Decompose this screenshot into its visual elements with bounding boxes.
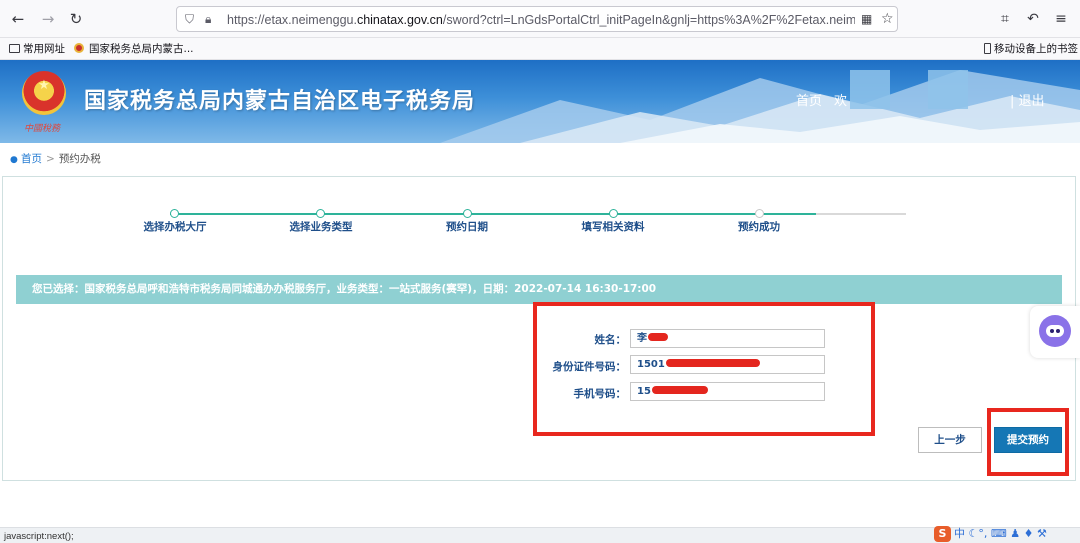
ime-wrench-icon[interactable]: ⚒ — [1033, 527, 1047, 540]
step-label-hall: 选择办税大厅 — [143, 221, 207, 233]
forward-icon[interactable]: → — [38, 9, 58, 29]
undo-icon[interactable]: ↶ — [1024, 10, 1042, 28]
tax-emblem-icon — [74, 43, 84, 53]
step-dot-5 — [755, 209, 764, 218]
header-home-link[interactable]: 首页 — [796, 92, 822, 112]
logout-link[interactable]: | 退出 — [1010, 92, 1045, 112]
submit-highlight-box — [987, 408, 1069, 476]
welcome-text: 欢 — [834, 94, 848, 109]
bookmark-label: 国家税务总局内蒙古... — [89, 43, 194, 55]
status-bar: javascript:next(); — [0, 527, 1080, 543]
bookmark-common-sites[interactable]: 常用网址 — [9, 41, 65, 57]
redaction-mosaic — [850, 70, 890, 109]
lock-icon[interactable]: 🔒︎ — [205, 11, 219, 27]
progress-track-done — [170, 213, 816, 215]
breadcrumb-current: 预约办税 — [58, 153, 101, 165]
step-label-success: 预约成功 — [738, 221, 780, 233]
status-link-text: javascript:next(); — [4, 531, 74, 542]
breadcrumb-separator: > — [46, 153, 55, 165]
url-domain: chinatax.gov.cn — [356, 13, 443, 27]
breadcrumb-home[interactable]: 首页 — [21, 153, 42, 165]
bookmarks-bar: 常用网址 国家税务总局内蒙古... 移动设备上的书签 — [0, 38, 1080, 60]
step-dot-2 — [316, 209, 325, 218]
step-label-business-type: 选择业务类型 — [289, 221, 353, 233]
ime-toolbar[interactable]: S中 ☾°, ⌨ ♟ ♦ ⚒ — [934, 525, 1074, 543]
url-suffix: /sword?ctrl=LnGdsPortalCtrl_initPageIn&g… — [442, 13, 855, 27]
back-icon[interactable]: ← — [8, 9, 28, 29]
folder-icon — [9, 44, 20, 53]
emblem-star-icon: ★ — [38, 78, 50, 93]
ime-shirt-icon[interactable]: ♦ — [1020, 527, 1034, 540]
robot-assistant-icon[interactable] — [1030, 306, 1080, 358]
url-prefix: https://etax.neimenggu. — [227, 13, 357, 27]
qr-code-icon[interactable]: ▦ — [861, 11, 875, 27]
ime-moon-icon[interactable]: ☾ — [969, 527, 979, 540]
robot-eye-right — [1056, 329, 1060, 333]
emblem-script: 中國稅務 — [24, 124, 61, 134]
robot-eyes — [1046, 325, 1064, 337]
sogou-ime-icon[interactable]: S — [934, 526, 951, 542]
bookmark-label: 常用网址 — [23, 43, 65, 55]
step-dot-4 — [609, 209, 618, 218]
url-text[interactable]: https://etax.neimenggu.chinatax.gov.cn/s… — [227, 11, 855, 29]
redaction-mosaic — [928, 70, 968, 109]
browser-toolbar: ← → ↻ ⛉ 🔒︎ https://etax.neimenggu.chinat… — [0, 0, 1080, 38]
previous-step-button[interactable]: 上一步 — [918, 427, 982, 453]
crop-icon[interactable]: ⌗ — [996, 10, 1014, 28]
form-highlight-box — [533, 302, 875, 436]
ime-user-icon[interactable]: ♟ — [1007, 527, 1020, 540]
bookmark-tax-site[interactable]: 国家税务总局内蒙古... — [74, 41, 194, 57]
address-bar[interactable]: ⛉ 🔒︎ https://etax.neimenggu.chinatax.gov… — [176, 6, 898, 32]
bookmark-mobile[interactable]: 移动设备上的书签 — [984, 41, 1078, 57]
selection-summary: 您已选择：国家税务总局呼和浩特市税务局同城通办办税服务厅，业务类型：一站式服务(… — [16, 275, 1062, 304]
location-pin-icon: ● — [10, 155, 18, 165]
ime-language[interactable]: 中 — [954, 527, 965, 540]
menu-icon[interactable]: ≡ — [1052, 10, 1070, 28]
step-dot-1 — [170, 209, 179, 218]
step-dot-3 — [463, 209, 472, 218]
robot-face — [1039, 315, 1071, 347]
site-title: 国家税务总局内蒙古自治区电子税务局 — [84, 89, 476, 114]
shield-icon[interactable]: ⛉ — [185, 11, 199, 27]
bookmark-label: 移动设备上的书签 — [994, 43, 1078, 55]
ime-keyboard-icon[interactable]: ⌨ — [987, 527, 1007, 540]
step-label-info: 填写相关资料 — [581, 221, 645, 233]
breadcrumb: ● 首页 > 预约办税 — [10, 151, 101, 167]
mobile-icon — [984, 43, 991, 54]
site-header: ★ 中國稅務 国家税务总局内蒙古自治区电子税务局 首页 欢 | 退出 — [0, 60, 1080, 143]
step-label-date: 预约日期 — [446, 221, 488, 233]
reload-icon[interactable]: ↻ — [66, 9, 86, 29]
robot-eye-left — [1050, 329, 1054, 333]
bookmark-star-icon[interactable]: ☆ — [881, 10, 897, 28]
